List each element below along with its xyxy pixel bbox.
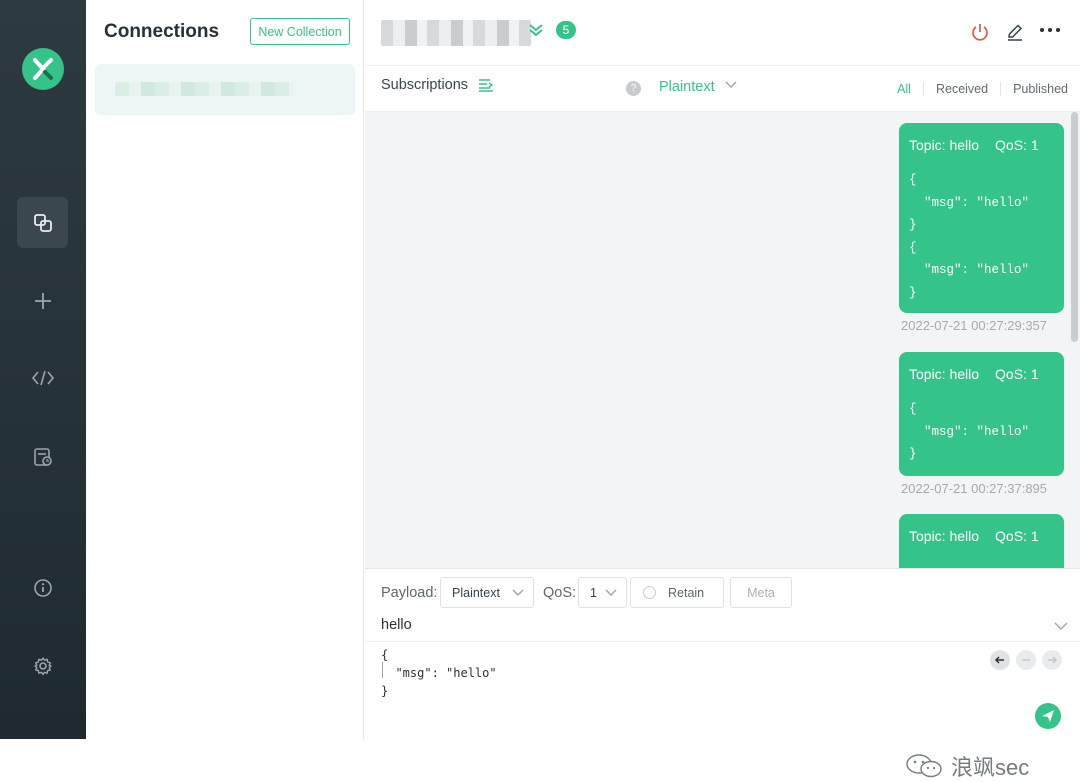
topic-input[interactable]: hello	[381, 617, 412, 633]
log-icon	[33, 447, 52, 466]
payload-format-value: Plaintext	[659, 79, 715, 95]
connections-nav-button[interactable]	[17, 197, 68, 248]
message-bubble[interactable]: Topic: hello QoS: 1	[899, 514, 1064, 568]
message-topic: Topic: hello	[909, 366, 980, 382]
message-list: Topic: hello QoS: 1 { "msg": "hello" } { …	[365, 112, 1080, 568]
retain-checkbox[interactable]: Retain	[630, 577, 724, 608]
arrow-left-icon	[994, 656, 1004, 664]
nav-rail	[0, 0, 86, 739]
message-topic: Topic: hello	[909, 528, 980, 544]
filter-published-tab[interactable]: Published	[1000, 82, 1080, 96]
payload-type-select[interactable]: Plaintext	[440, 577, 534, 608]
chevron-down-icon	[512, 589, 524, 596]
new-collection-button[interactable]: New Collection	[250, 18, 350, 45]
code-icon	[31, 370, 54, 385]
message-topic: Topic: hello	[909, 137, 980, 153]
qos-select[interactable]: 1	[578, 577, 627, 608]
message-qos: QoS: 1	[995, 366, 1039, 382]
info-icon	[33, 578, 52, 597]
payload-editor[interactable]: { "msg": "hello" } 浪飒sec	[365, 641, 1080, 780]
payload-format-select[interactable]: Plaintext	[659, 79, 737, 95]
connection-count-badge: 5	[556, 21, 576, 39]
watermark: 浪飒sec	[905, 750, 1029, 782]
mqttx-logo-icon	[22, 48, 64, 90]
main-panel: 5 Subscriptions ? Plaintext All Received…	[365, 0, 1080, 780]
connections-icon	[33, 213, 52, 232]
connection-item[interactable]	[95, 64, 355, 115]
gear-icon	[33, 656, 52, 675]
more-options-icon[interactable]	[1039, 26, 1061, 34]
message-timestamp: 2022-07-21 00:27:37:895	[901, 481, 1048, 496]
connection-header: 5	[365, 0, 1080, 66]
connection-title-redacted	[381, 20, 531, 46]
history-forward-button[interactable]	[1042, 650, 1062, 670]
history-back-button[interactable]	[990, 650, 1010, 670]
payload-type-value: Plaintext	[452, 585, 500, 600]
edit-pencil-icon[interactable]	[1005, 22, 1025, 42]
list-toggle-icon	[479, 79, 494, 92]
subscriptions-toggle[interactable]: Subscriptions	[381, 77, 494, 93]
filter-received-tab[interactable]: Received	[922, 82, 1000, 96]
plus-icon	[34, 292, 51, 309]
send-button[interactable]	[1035, 703, 1061, 729]
send-icon	[1042, 710, 1054, 722]
subscriptions-bar: Subscriptions ? Plaintext All Received P…	[365, 66, 1080, 112]
connection-name-redacted	[115, 82, 293, 96]
help-icon[interactable]: ?	[626, 81, 641, 96]
message-bubble[interactable]: Topic: hello QoS: 1 { "msg": "hello" } { …	[899, 123, 1064, 313]
retain-radio	[643, 586, 656, 599]
message-header: Topic: hello QoS: 1	[909, 528, 1039, 544]
message-filter-tabs: All Received Published	[885, 82, 1080, 96]
chevron-down-icon	[725, 81, 737, 88]
history-reset-button[interactable]	[1016, 650, 1036, 670]
publish-composer: Payload: Plaintext QoS: 1 Retain Meta he…	[365, 568, 1080, 780]
topic-history-chevron-icon[interactable]	[1054, 621, 1068, 631]
editor-indent-guide	[382, 662, 383, 678]
about-nav-button[interactable]	[17, 562, 68, 613]
message-qos: QoS: 1	[995, 528, 1039, 544]
script-nav-button[interactable]	[17, 352, 68, 403]
meta-button[interactable]: Meta	[730, 577, 792, 608]
message-qos: QoS: 1	[995, 137, 1039, 153]
message-timestamp: 2022-07-21 00:27:29:357	[901, 318, 1048, 333]
qos-label: QoS:	[543, 585, 577, 601]
expand-double-chevron-icon[interactable]	[528, 22, 544, 38]
message-header: Topic: hello QoS: 1	[909, 366, 1039, 382]
message-list-scrollbar[interactable]	[1071, 112, 1078, 342]
connections-panel: Connections New Collection	[86, 0, 364, 739]
settings-nav-button[interactable]	[17, 640, 68, 691]
payload-text: { "msg": "hello" }	[381, 648, 497, 698]
payload-label: Payload:	[381, 585, 438, 601]
disconnect-power-icon[interactable]	[970, 22, 990, 42]
chevron-down-icon	[605, 589, 617, 596]
qos-value: 1	[590, 585, 597, 600]
log-nav-button[interactable]	[17, 431, 68, 482]
connections-title: Connections	[104, 21, 220, 42]
message-payload: { "msg": "hello" }	[909, 402, 1030, 461]
arrow-right-icon	[1048, 656, 1058, 664]
retain-label: Retain	[668, 585, 705, 600]
watermark-text: 浪飒sec	[951, 755, 1030, 780]
new-connection-nav-button[interactable]	[17, 275, 68, 326]
message-header: Topic: hello QoS: 1	[909, 137, 1039, 153]
wechat-icon	[906, 754, 942, 778]
message-bubble[interactable]: Topic: hello QoS: 1 { "msg": "hello" }	[899, 352, 1064, 476]
message-payload: { "msg": "hello" } { "msg": "hello" }	[909, 173, 1030, 300]
minus-icon	[1022, 659, 1030, 661]
filter-all-tab[interactable]: All	[885, 82, 923, 96]
subscriptions-label: Subscriptions	[381, 77, 469, 93]
